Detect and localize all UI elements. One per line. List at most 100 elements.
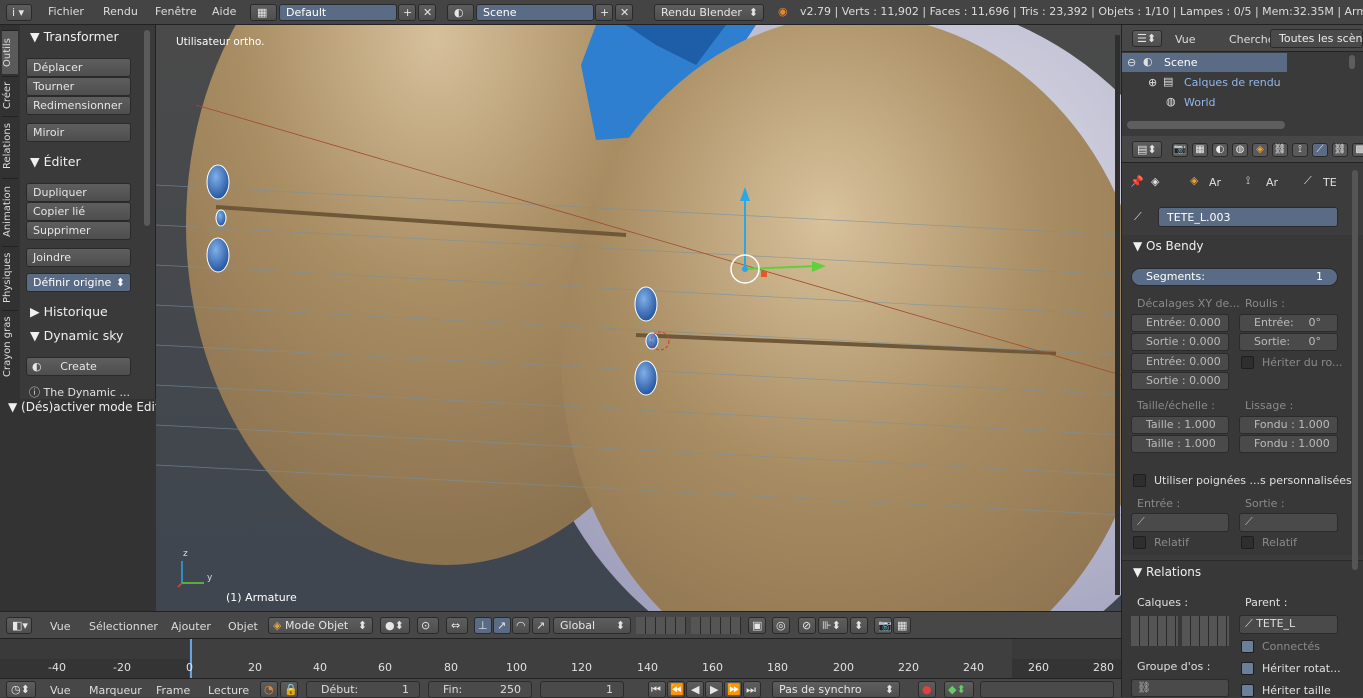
bone-tab-icon[interactable]: ⟋ — [1312, 143, 1328, 157]
inherit-rotation-checkbox[interactable] — [1241, 662, 1254, 675]
layout-field[interactable]: Default — [279, 4, 397, 21]
object-tab-icon[interactable]: ◈ — [1252, 143, 1268, 157]
tab-outils[interactable]: Outils — [2, 30, 18, 74]
connected-checkbox[interactable] — [1241, 640, 1254, 653]
render-camera-icon[interactable]: 📷 — [874, 617, 892, 634]
scene-add-button[interactable]: + — [595, 4, 613, 21]
breadcrumb-2[interactable]: Ar — [1266, 176, 1278, 189]
menu-lecture[interactable]: Lecture — [208, 684, 249, 697]
tab-relations[interactable]: Relations — [2, 116, 18, 176]
jump-end-button[interactable]: ⏭ — [743, 681, 761, 698]
mode-select[interactable]: ◈ Mode Objet ⬍ — [268, 617, 373, 634]
tab-crayon-gras[interactable]: Crayon gras — [2, 310, 18, 382]
inherit-roll-checkbox[interactable] — [1241, 356, 1254, 369]
snap-target-icon[interactable]: ⬍ — [850, 617, 868, 634]
properties-type-button[interactable]: ▤⬍ — [1132, 141, 1162, 158]
play-reverse-button[interactable]: ◀ — [686, 681, 704, 698]
outliner-scrollbar-v[interactable] — [1349, 55, 1355, 69]
render-animation-icon[interactable]: ▦ — [893, 617, 911, 634]
mirror-button[interactable]: Miroir — [26, 123, 131, 142]
layout-add-button[interactable]: + — [398, 4, 416, 21]
manipulator-toggle[interactable]: ⇔ — [446, 617, 468, 634]
texture-tab-icon[interactable]: ▩ — [1352, 143, 1363, 157]
menu-rendu[interactable]: Rendu — [103, 5, 138, 18]
custom-handles-checkbox[interactable] — [1133, 474, 1146, 487]
lock-icon[interactable]: 🔒 — [280, 681, 298, 698]
menu-marqueur[interactable]: Marqueur — [89, 684, 142, 697]
create-sky-button[interactable]: ◐ Create — [26, 357, 131, 376]
orientation-select[interactable]: Global ⬍ — [553, 617, 631, 634]
segments-field[interactable]: Segments: 1 — [1131, 268, 1338, 286]
prev-keyframe-button[interactable]: ⏪ — [667, 681, 685, 698]
lock-layers-icon[interactable]: ▣ — [748, 617, 766, 634]
viewport-scrollbar[interactable] — [1115, 35, 1120, 595]
tab-creer[interactable]: Créer — [2, 76, 18, 114]
menu-fenetre[interactable]: Fenêtre — [155, 5, 197, 18]
outliner-row-world[interactable]: ◍ World — [1122, 93, 1287, 112]
menu-frame[interactable]: Frame — [156, 684, 190, 697]
world-tab-icon[interactable]: ◍ — [1232, 143, 1248, 157]
pin-icon[interactable]: 📌 — [1130, 175, 1144, 188]
outliner-type-button[interactable]: ☰⬍ — [1132, 30, 1162, 47]
preview-range-icon[interactable]: ◔ — [260, 681, 278, 698]
dynamic-sky-panel-header[interactable]: ▼ Dynamic sky — [30, 328, 123, 343]
tab-animation[interactable]: Animation — [2, 178, 18, 244]
expand-icon[interactable]: ⊕ — [1148, 76, 1157, 89]
3d-viewport[interactable]: Utilisateur ortho. z y (1) Armature — [156, 25, 1121, 611]
relations-panel-header[interactable]: ▼ Relations — [1133, 565, 1201, 579]
outliner-row-scene[interactable]: ⊖ ◐ Scene — [1122, 53, 1287, 72]
info-editor-type-button[interactable]: i ▾ — [6, 4, 32, 21]
menu-vue[interactable]: Vue — [50, 684, 71, 697]
constraints-tab-icon[interactable]: ⛓ — [1272, 143, 1288, 157]
layers-tab-icon[interactable]: ▦ — [1192, 143, 1208, 157]
scene-type-button[interactable]: ◐ — [447, 4, 474, 21]
menu-ajouter[interactable]: Ajouter — [171, 620, 211, 633]
record-button[interactable]: ● — [918, 681, 936, 698]
history-panel-header[interactable]: ▶ Historique — [30, 304, 108, 319]
transform-panel-header[interactable]: ▼ Transformer — [30, 29, 119, 44]
rotate-button[interactable]: Tourner — [26, 77, 131, 96]
menu-fichier[interactable]: Fichier — [48, 5, 84, 18]
outliner-filter-select[interactable]: Toutes les scène — [1270, 29, 1363, 48]
render-tab-icon[interactable]: 📷 — [1172, 143, 1188, 157]
bone-layers-grid-2[interactable] — [1182, 616, 1229, 646]
timeline[interactable]: -40 -20 0 20 40 60 80 100 120 140 160 18… — [0, 638, 1121, 679]
bendy-panel-header[interactable]: ▼ Os Bendy — [1133, 239, 1204, 253]
next-keyframe-button[interactable]: ⏩ — [724, 681, 742, 698]
editor-type-timeline-button[interactable]: ◷⬍ — [6, 681, 36, 698]
bone-layers-grid-1[interactable] — [1131, 616, 1178, 646]
scene-field[interactable]: Scene — [476, 4, 594, 21]
scale-button[interactable]: Redimensionner — [26, 96, 131, 115]
menu-vue[interactable]: Vue — [50, 620, 71, 633]
render-engine-select[interactable]: Rendu Blender ⬍ — [654, 4, 764, 21]
collapse-icon[interactable]: ⊖ — [1127, 56, 1136, 69]
delete-button[interactable]: Supprimer — [26, 221, 131, 240]
keying-set-icon[interactable]: ◆⬍ — [944, 681, 974, 698]
proportional-edit-icon[interactable]: ◎ — [772, 617, 790, 634]
scene-tab-icon[interactable]: ◐ — [1212, 143, 1228, 157]
scene-close-button[interactable]: ✕ — [615, 4, 633, 21]
scale-manip-icon-2[interactable]: ↗ — [532, 617, 550, 634]
menu-selectionner[interactable]: Sélectionner — [89, 620, 158, 633]
edit-panel-header[interactable]: ▼ Éditer — [30, 154, 81, 169]
layout-close-button[interactable]: ✕ — [418, 4, 436, 21]
properties-scrollbar[interactable] — [1352, 170, 1358, 570]
layer-buttons-1[interactable] — [636, 617, 686, 634]
bone-constraint-tab-icon[interactable]: ⛓ — [1332, 143, 1348, 157]
menu-vue[interactable]: Vue — [1175, 33, 1196, 46]
join-button[interactable]: Joindre — [26, 248, 131, 267]
set-origin-select[interactable]: Définir origine ⬍ — [26, 273, 131, 292]
bone-name-field[interactable]: TETE_L.003 — [1158, 207, 1338, 227]
snap-toggle-icon[interactable]: ⊘ — [798, 617, 816, 634]
end-frame-field[interactable]: Fin: 250 — [428, 681, 532, 698]
duplicate-button[interactable]: Dupliquer — [26, 183, 131, 202]
start-frame-field[interactable]: Début: 1 — [306, 681, 420, 698]
jump-start-button[interactable]: ⏮ — [648, 681, 666, 698]
sync-select[interactable]: Pas de synchro ⬍ — [772, 681, 900, 698]
translate-button[interactable]: Déplacer — [26, 58, 131, 77]
layout-type-button[interactable]: ▦ — [250, 4, 277, 21]
parent-field[interactable]: ⟋ TETE_L — [1239, 615, 1338, 634]
tool-shelf-scrollbar[interactable] — [144, 30, 150, 226]
menu-aide[interactable]: Aide — [212, 5, 236, 18]
outliner-scrollbar-h[interactable] — [1127, 121, 1285, 129]
